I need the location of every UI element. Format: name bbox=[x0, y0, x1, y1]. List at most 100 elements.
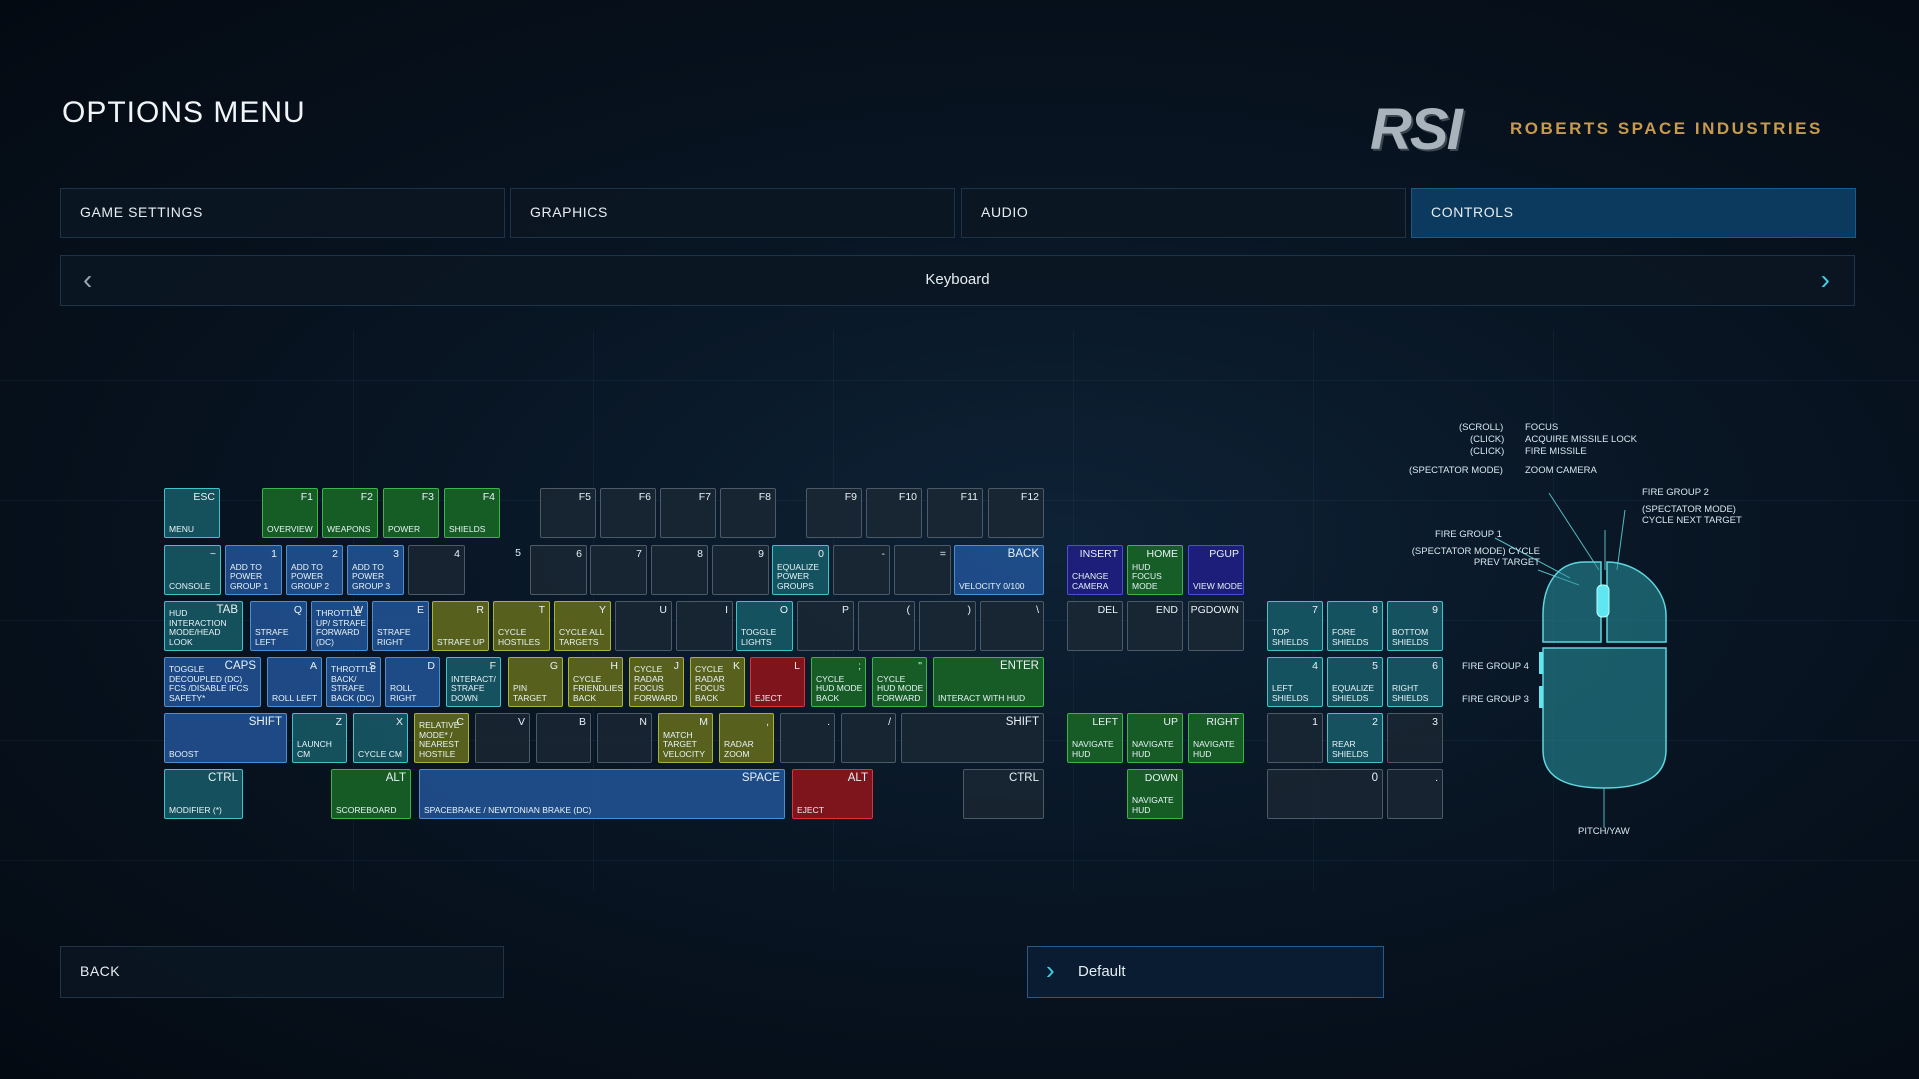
key-up[interactable]: UP NAVIGATE HUD bbox=[1127, 713, 1183, 763]
key-p[interactable]: P bbox=[797, 601, 854, 651]
mouse-click1-label: (CLICK) bbox=[1470, 434, 1505, 445]
key-9[interactable]: 9 bbox=[712, 545, 769, 595]
key-l[interactable]: L EJECT bbox=[750, 657, 805, 707]
key-z[interactable]: Z LAUNCH CM bbox=[292, 713, 347, 763]
key-d[interactable]: D ROLL RIGHT bbox=[385, 657, 440, 707]
key-pgdown[interactable]: PGDOWN bbox=[1188, 601, 1244, 651]
tab-controls[interactable]: CONTROLS bbox=[1411, 188, 1856, 238]
key-c[interactable]: C RELATIVE MODE* / NEAREST HOSTILE bbox=[414, 713, 469, 763]
key-symbol[interactable]: ) bbox=[919, 601, 976, 651]
key-e[interactable]: E STRAFE RIGHT bbox=[372, 601, 429, 651]
key-6[interactable]: 6 bbox=[530, 545, 587, 595]
key-h[interactable]: H CYCLE FRIENDLIES BACK bbox=[568, 657, 623, 707]
tab-audio[interactable]: AUDIO bbox=[961, 188, 1406, 238]
key-insert[interactable]: INSERT CHANGE CAMERA bbox=[1067, 545, 1123, 595]
key-m[interactable]: M MATCH TARGET VELOCITY bbox=[658, 713, 713, 763]
key-2[interactable]: 2 REAR SHIELDS bbox=[1327, 713, 1383, 763]
key-t[interactable]: T CYCLE HOSTILES bbox=[493, 601, 550, 651]
key-right[interactable]: RIGHT NAVIGATE HUD bbox=[1188, 713, 1244, 763]
key-ctrl[interactable]: CTRL MODIFIER (*) bbox=[164, 769, 243, 819]
key-w[interactable]: W THROTTLE UP/ STRAFE FORWARD (DC) bbox=[311, 601, 368, 651]
key-label: F8 bbox=[758, 491, 771, 503]
key-shift[interactable]: SHIFT BOOST bbox=[164, 713, 287, 763]
key-0[interactable]: 0 EQUALIZE POWER GROUPS bbox=[772, 545, 829, 595]
key-4[interactable]: 4 bbox=[408, 545, 465, 595]
key-f4[interactable]: F4 SHIELDS bbox=[444, 488, 500, 538]
key-7[interactable]: 7 TOP SHIELDS bbox=[1267, 601, 1323, 651]
key-space[interactable]: SPACE SPACEBRAKE / NEWTONIAN BRAKE (DC) bbox=[419, 769, 785, 819]
key-ctrl[interactable]: CTRL bbox=[963, 769, 1044, 819]
key-symbol[interactable]: ; CYCLE HUD MODE BACK bbox=[811, 657, 866, 707]
key-k[interactable]: K CYCLE RADAR FOCUS BACK bbox=[690, 657, 745, 707]
key-home[interactable]: HOME HUD FOCUS MODE bbox=[1127, 545, 1183, 595]
key-a[interactable]: A ROLL LEFT bbox=[267, 657, 322, 707]
key-1[interactable]: 1 bbox=[1267, 713, 1323, 763]
key-3[interactable]: 3 ADD TO POWER GROUP 3 bbox=[347, 545, 404, 595]
key-f1[interactable]: F1 OVERVIEW bbox=[262, 488, 318, 538]
key-s[interactable]: S THROTTLE BACK/ STRAFE BACK (DC) bbox=[326, 657, 381, 707]
back-button[interactable]: BACK bbox=[60, 946, 504, 998]
key-f6[interactable]: F6 bbox=[600, 488, 656, 538]
key-f5[interactable]: F5 bbox=[540, 488, 596, 538]
key-y[interactable]: Y CYCLE ALL TARGETS bbox=[554, 601, 611, 651]
key-symbol[interactable]: ( bbox=[858, 601, 915, 651]
key-caps[interactable]: CAPS TOGGLE DECOUPLED (DC) FCS /DISABLE I… bbox=[164, 657, 261, 707]
key-symbol[interactable]: - bbox=[833, 545, 890, 595]
key-f7[interactable]: F7 bbox=[660, 488, 716, 538]
key-8[interactable]: 8 bbox=[651, 545, 708, 595]
key-g[interactable]: G PIN TARGET bbox=[508, 657, 563, 707]
key-label: 5 bbox=[515, 547, 521, 559]
key-symbol[interactable]: = bbox=[894, 545, 951, 595]
key-left[interactable]: LEFT NAVIGATE HUD bbox=[1067, 713, 1123, 763]
key-q[interactable]: Q STRAFE LEFT bbox=[250, 601, 307, 651]
key-alt[interactable]: ALT EJECT bbox=[792, 769, 873, 819]
key-f2[interactable]: F2 WEAPONS bbox=[322, 488, 378, 538]
key-u[interactable]: U bbox=[615, 601, 672, 651]
key-4[interactable]: 4 LEFT SHIELDS bbox=[1267, 657, 1323, 707]
key-action: EQUALIZE POWER GROUPS bbox=[777, 561, 820, 591]
key-f8[interactable]: F8 bbox=[720, 488, 776, 538]
key-symbol[interactable]: , RADAR ZOOM bbox=[719, 713, 774, 763]
key-end[interactable]: END bbox=[1127, 601, 1183, 651]
key-symbol[interactable]: " CYCLE HUD MODE FORWARD bbox=[872, 657, 927, 707]
key-pgup[interactable]: PGUP VIEW MODE bbox=[1188, 545, 1244, 595]
key-del[interactable]: DEL bbox=[1067, 601, 1123, 651]
key-f3[interactable]: F3 POWER bbox=[383, 488, 439, 538]
tab-graphics[interactable]: GRAPHICS bbox=[510, 188, 955, 238]
key-f9[interactable]: F9 bbox=[806, 488, 862, 538]
key-esc[interactable]: ESC MENU bbox=[164, 488, 220, 538]
key-5[interactable]: 5 bbox=[480, 545, 525, 595]
key-symbol[interactable]: . bbox=[780, 713, 835, 763]
key-2[interactable]: 2 ADD TO POWER GROUP 2 bbox=[286, 545, 343, 595]
key-j[interactable]: J CYCLE RADAR FOCUS FORWARD bbox=[629, 657, 684, 707]
tab-game-settings[interactable]: GAME SETTINGS bbox=[60, 188, 505, 238]
key-f12[interactable]: F12 bbox=[988, 488, 1044, 538]
key-7[interactable]: 7 bbox=[590, 545, 647, 595]
key-0[interactable]: 0 bbox=[1267, 769, 1383, 819]
key-f11[interactable]: F11 bbox=[927, 488, 983, 538]
key-8[interactable]: 8 FORE SHIELDS bbox=[1327, 601, 1383, 651]
key-shift[interactable]: SHIFT bbox=[901, 713, 1044, 763]
key-x[interactable]: X CYCLE CM bbox=[353, 713, 408, 763]
key-f10[interactable]: F10 bbox=[866, 488, 922, 538]
key-tab[interactable]: TAB HUD INTERACTION MODE/HEAD LOOK bbox=[164, 601, 243, 651]
mouse-scroll-label: (SCROLL) bbox=[1459, 422, 1504, 433]
key-symbol[interactable]: ~ CONSOLE bbox=[164, 545, 221, 595]
key-b[interactable]: B bbox=[536, 713, 591, 763]
key-symbol[interactable]: \ bbox=[980, 601, 1044, 651]
key-down[interactable]: DOWN NAVIGATE HUD bbox=[1127, 769, 1183, 819]
key-o[interactable]: O TOGGLE LIGHTS bbox=[736, 601, 793, 651]
key-f[interactable]: F INTERACT/ STRAFE DOWN bbox=[446, 657, 501, 707]
key-alt[interactable]: ALT SCOREBOARD bbox=[331, 769, 411, 819]
chevron-right-icon[interactable]: › bbox=[1821, 266, 1830, 294]
key-1[interactable]: 1 ADD TO POWER GROUP 1 bbox=[225, 545, 282, 595]
default-button[interactable]: › Default bbox=[1027, 946, 1384, 998]
key-enter[interactable]: ENTER INTERACT WITH HUD bbox=[933, 657, 1044, 707]
key-r[interactable]: R STRAFE UP bbox=[432, 601, 489, 651]
key-i[interactable]: I bbox=[676, 601, 733, 651]
key-5[interactable]: 5 EQUALIZE SHIELDS bbox=[1327, 657, 1383, 707]
key-n[interactable]: N bbox=[597, 713, 652, 763]
key-symbol[interactable]: / bbox=[841, 713, 896, 763]
key-back[interactable]: BACK VELOCITY 0/100 bbox=[954, 545, 1044, 595]
key-v[interactable]: V bbox=[475, 713, 530, 763]
